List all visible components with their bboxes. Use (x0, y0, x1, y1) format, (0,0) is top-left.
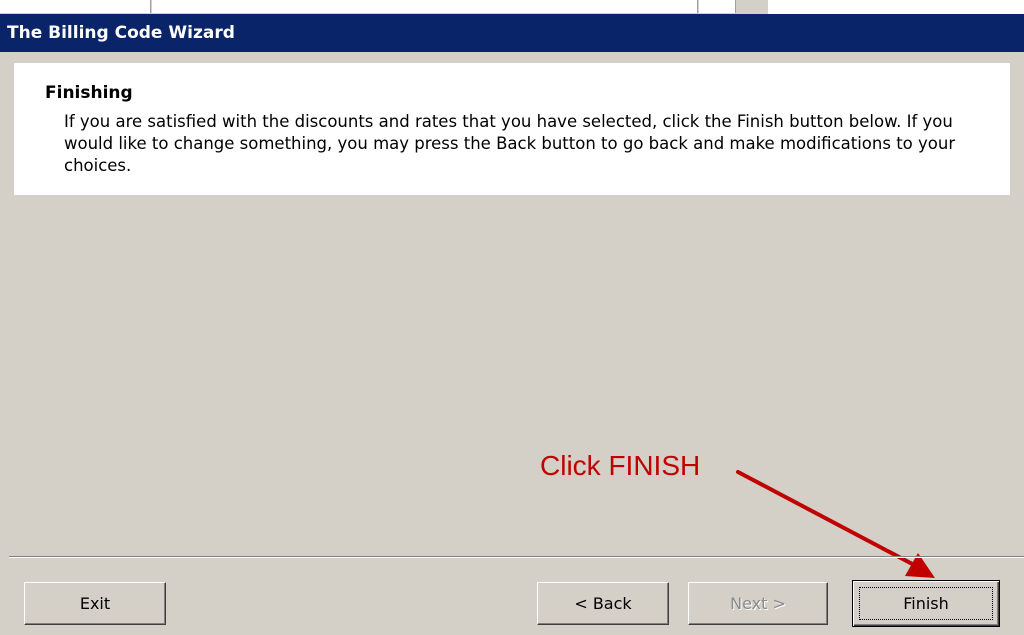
next-button[interactable]: Next > (688, 582, 828, 625)
background-panel (0, 0, 151, 13)
title-bar[interactable]: The Billing Code Wizard (0, 14, 1024, 52)
finish-button-label: Finish (903, 594, 949, 613)
step-description: If you are satisfied with the discounts … (64, 112, 956, 175)
background-panel (699, 0, 736, 13)
wizard-screen: The Billing Code Wizard Finishing If you… (0, 0, 1024, 635)
exit-button[interactable]: Exit (24, 582, 166, 625)
wizard-header-panel: Finishing If you are satisfied with the … (14, 63, 1010, 195)
step-heading: Finishing (45, 83, 133, 103)
back-button[interactable]: < Back (537, 582, 669, 625)
background-window-strip (0, 0, 1024, 14)
annotation-callout: Click FINISH (540, 450, 701, 481)
background-window-area (768, 0, 1024, 14)
background-panel (152, 0, 698, 13)
button-separator (9, 556, 1024, 558)
finish-button[interactable]: Finish (852, 580, 1000, 627)
wizard-body (14, 195, 1010, 555)
window-title: The Billing Code Wizard (7, 23, 235, 43)
